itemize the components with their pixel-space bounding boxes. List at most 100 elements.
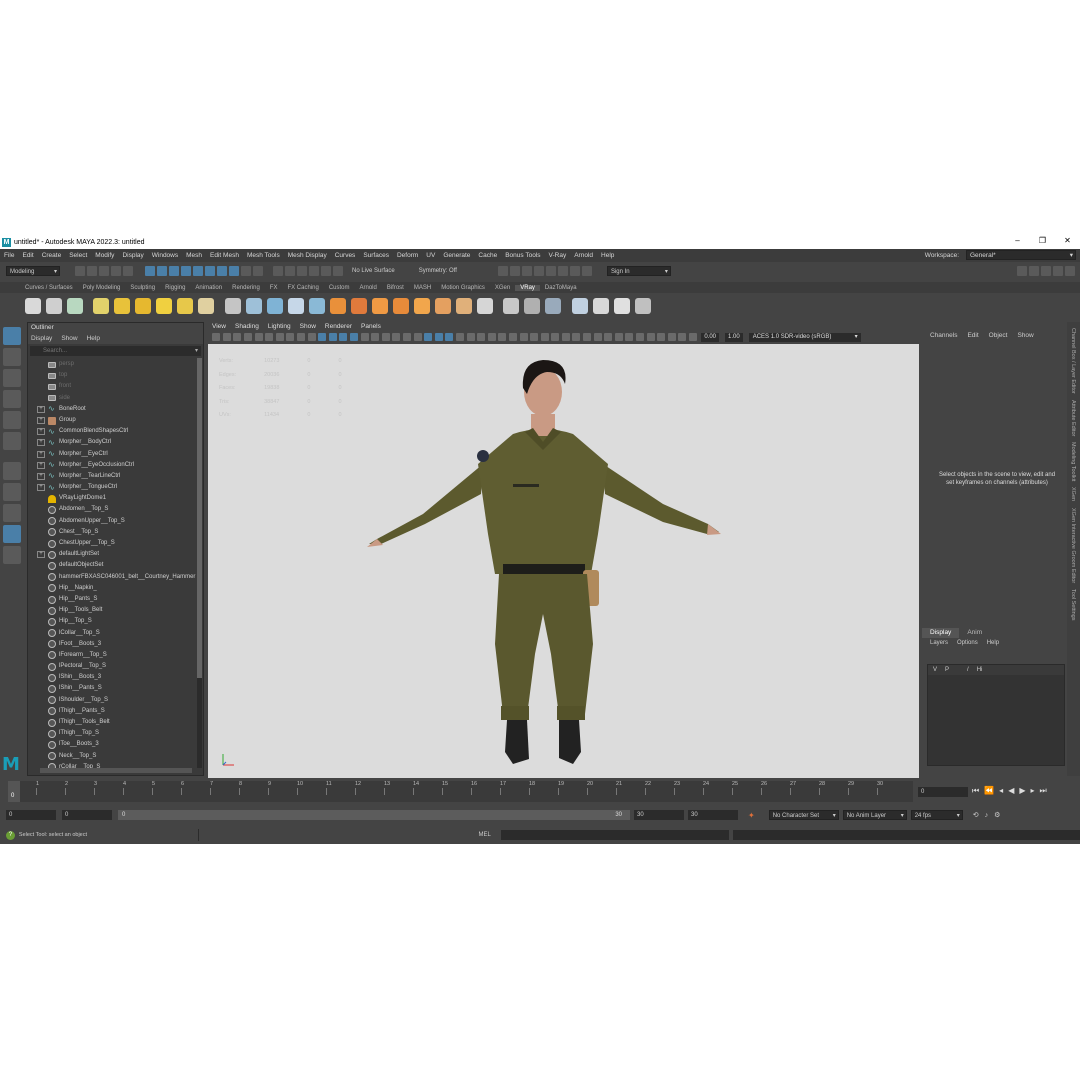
viewport-tool-icon[interactable] [508, 333, 517, 341]
select-object-icon[interactable] [157, 266, 167, 276]
shelf-tool-icon[interactable] [592, 297, 609, 314]
viewport-tool-icon[interactable] [519, 333, 528, 341]
viewport-tool-icon[interactable] [371, 333, 380, 341]
outliner-item[interactable]: + ∿ Morpher__TongueCtrl [28, 482, 203, 493]
viewport-tool-icon[interactable] [244, 333, 253, 341]
viewport-tool-icon[interactable] [360, 333, 369, 341]
viewport-tool-icon[interactable] [540, 333, 549, 341]
menu-bonus-tools[interactable]: Bonus Tools [501, 252, 544, 259]
snap-live-icon[interactable] [321, 266, 331, 276]
search-icon[interactable] [3, 546, 21, 564]
side-tab-modeling-toolkit[interactable]: Modeling Toolkit [1070, 442, 1076, 481]
viewport-tool-icon[interactable] [328, 333, 337, 341]
live-surface-label[interactable]: No Live Surface [352, 268, 395, 274]
shelf-tool-icon[interactable] [245, 297, 262, 314]
cb-menu-edit[interactable]: Edit [967, 332, 978, 344]
play-forward-icon[interactable]: ▶ [1019, 786, 1025, 796]
select-curves-icon[interactable] [205, 266, 215, 276]
shelf-tool-icon[interactable] [371, 297, 388, 314]
menu-deform[interactable]: Deform [393, 252, 422, 259]
lock-selection-icon[interactable] [241, 266, 251, 276]
outliner-item[interactable]: lShin__Pants_S [28, 683, 203, 694]
outliner-item[interactable]: Chest__Top_S [28, 527, 203, 538]
outliner-item[interactable]: + ∿ Morpher__TearLineCtrl [28, 471, 203, 482]
viewport-tool-icon[interactable] [593, 333, 602, 341]
snap-grid-icon[interactable] [273, 266, 283, 276]
viewport-tool-icon[interactable] [678, 333, 687, 341]
outliner-item[interactable]: lThigh__Pants_S [28, 706, 203, 717]
viewport-tool-icon[interactable] [350, 333, 359, 341]
loop-icon[interactable]: ⟲ [973, 811, 979, 819]
outliner-item[interactable]: Hip__Pants_S [28, 594, 203, 605]
shelf-tool-icon[interactable] [156, 297, 172, 314]
viewport-tool-icon[interactable] [286, 333, 295, 341]
go-to-start-icon[interactable]: ⏮ [972, 786, 979, 796]
shelf-tool-icon[interactable] [308, 297, 325, 314]
outliner-item[interactable]: AbdomenUpper__Top_S [28, 516, 203, 527]
command-line-input[interactable] [500, 830, 729, 840]
minimize-button[interactable]: – [1005, 236, 1030, 245]
viewport-tool-icon[interactable] [625, 333, 634, 341]
close-button[interactable]: ✕ [1055, 236, 1080, 245]
cb-menu-channels[interactable]: Channels [930, 332, 957, 344]
symmetry-dropdown[interactable]: Symmetry: Off [419, 268, 457, 274]
menu-select[interactable]: Select [65, 252, 91, 259]
expand-icon[interactable]: + [37, 461, 45, 469]
outliner-menu-help[interactable]: Help [87, 333, 100, 344]
menu-mesh[interactable]: Mesh [182, 252, 206, 259]
outliner-item[interactable]: Hip__Top_S [28, 616, 203, 627]
move-tool-icon[interactable] [3, 390, 21, 408]
vp-menu-lighting[interactable]: Lighting [268, 322, 291, 331]
range-slider[interactable]: 0 30 [118, 810, 630, 820]
viewport-tool-icon[interactable] [572, 333, 581, 341]
outliner-item[interactable]: + ∿ Morpher__BodyCtrl [28, 437, 203, 448]
menu-edit[interactable]: Edit [18, 252, 37, 259]
shelf-tab[interactable]: XGen [490, 285, 515, 291]
snap-curve-icon[interactable] [285, 266, 295, 276]
workspace-dropdown[interactable]: General* [966, 250, 1076, 261]
menu-vray[interactable]: V-Ray [545, 252, 571, 259]
shelf-tab[interactable]: Rendering [227, 285, 265, 291]
viewport-tool-icon[interactable] [604, 333, 613, 341]
shelf-tab[interactable]: MASH [409, 285, 436, 291]
construction-history-icon[interactable] [497, 266, 508, 276]
layer-menu-help[interactable]: Help [987, 638, 999, 648]
expand-icon[interactable]: + [37, 417, 45, 425]
outliner-item[interactable]: lFoot__Boots_3 [28, 639, 203, 650]
viewport-tool-icon[interactable] [307, 333, 316, 341]
render-frame-icon[interactable] [509, 266, 520, 276]
step-back-key-icon[interactable]: ⏪ [984, 786, 994, 796]
menu-create[interactable]: Create [38, 252, 66, 259]
outliner-item[interactable]: + Group [28, 415, 203, 426]
render-settings-icon[interactable] [533, 266, 544, 276]
menu-file[interactable]: File [0, 252, 18, 259]
menu-display[interactable]: Display [118, 252, 147, 259]
outliner-h-scrollbar[interactable] [40, 768, 192, 773]
sound-icon[interactable]: ♪ [985, 812, 989, 819]
shelf-tool-icon[interactable] [545, 297, 561, 314]
viewport-tool-icon[interactable] [402, 333, 411, 341]
shelf-tab[interactable]: Sculpting [125, 285, 160, 291]
shelf-tab[interactable]: Curves / Surfaces [20, 285, 78, 291]
four-view-icon[interactable] [3, 483, 21, 501]
shelf-tool-icon[interactable] [329, 297, 346, 314]
shelf-tool-icon[interactable] [93, 297, 109, 314]
menu-modify[interactable]: Modify [91, 252, 118, 259]
panel-toggle-5-icon[interactable] [1065, 266, 1075, 276]
outliner-item[interactable]: + ∿ Morpher__EyeCtrl [28, 449, 203, 460]
expand-icon[interactable]: + [37, 551, 45, 559]
menu-cache[interactable]: Cache [474, 252, 501, 259]
select-component-icon[interactable] [169, 266, 179, 276]
viewport-tool-icon[interactable] [381, 333, 390, 341]
shelf-tool-icon[interactable] [503, 297, 519, 314]
outliner-item[interactable]: + ∿ BoneRoot [28, 404, 203, 415]
outliner-item[interactable]: Neck__Top_S [28, 751, 203, 762]
shelf-tool-icon[interactable] [114, 297, 130, 314]
menu-arnold[interactable]: Arnold [570, 252, 597, 259]
select-joints-icon[interactable] [193, 266, 203, 276]
vp-menu-shading[interactable]: Shading [235, 322, 259, 331]
single-view-icon[interactable] [3, 462, 21, 480]
viewport-tool-icon[interactable] [487, 333, 496, 341]
sign-in-dropdown[interactable]: Sign In [606, 266, 671, 277]
shelf-tool-icon[interactable] [287, 297, 304, 314]
